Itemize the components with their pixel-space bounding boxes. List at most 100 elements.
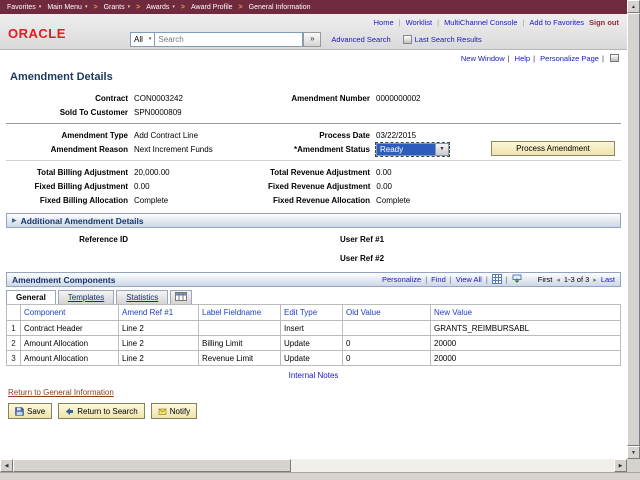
page-title: Amendment Details [10, 71, 627, 83]
notify-button[interactable]: Notify [151, 403, 197, 419]
pipe-separator [533, 54, 535, 63]
row-range: 1-3 of 3 [564, 275, 589, 284]
utility-links: Home Worklist MultiChannel Console Add t… [369, 18, 619, 27]
zoom-grid-icon[interactable] [492, 274, 502, 286]
expand-arrow-icon[interactable]: ▶ [12, 217, 17, 224]
download-icon[interactable] [512, 274, 522, 286]
oracle-logo: ORACLE [8, 26, 66, 41]
cell-component: Contract Header [21, 321, 119, 336]
table-row[interactable]: 3 Amount Allocation Line 2 Revenue Limit… [7, 351, 621, 366]
last-search-results-link[interactable]: Last Search Results [415, 35, 482, 44]
breadcrumb-separator-icon [239, 4, 243, 11]
personalize-link[interactable]: Personalize [382, 275, 421, 284]
pipe-separator [508, 54, 510, 63]
find-link[interactable]: Find [431, 275, 446, 284]
advanced-search-link[interactable]: Advanced Search [331, 35, 390, 44]
tab-statistics[interactable]: Statistics [116, 290, 168, 304]
col-header-new-value[interactable]: New Value [431, 305, 621, 321]
col-header-old-value[interactable]: Old Value [343, 305, 431, 321]
copy-url-icon[interactable] [610, 54, 619, 62]
user-ref-2-label: User Ref #2 [340, 254, 384, 263]
first-label: First [538, 275, 553, 284]
vertical-scrollbar[interactable]: ▲ ▼ [627, 0, 640, 459]
tab-general[interactable]: General [6, 290, 56, 304]
notify-icon [158, 407, 167, 416]
cell-component: Amount Allocation [21, 336, 119, 351]
breadcrumb-award-profile[interactable]: Award Profile [191, 4, 233, 11]
breadcrumb-main-menu[interactable]: Main Menu▾ [47, 4, 87, 11]
sign-out-link[interactable]: Sign out [589, 18, 619, 27]
fixed-billing-adjustment-label: Fixed Billing Adjustment [0, 182, 128, 191]
contract-label: Contract [0, 94, 128, 103]
personalize-page-link[interactable]: Personalize Page [540, 54, 599, 63]
next-page-icon[interactable]: ▸ [593, 276, 597, 284]
total-billing-adjustment-label: Total Billing Adjustment [0, 168, 128, 177]
fixed-revenue-adjustment-label: Fixed Revenue Adjustment [268, 182, 370, 191]
breadcrumb-grants[interactable]: Grants▾ [104, 4, 131, 11]
help-link[interactable]: Help [515, 54, 530, 63]
horizontal-scrollbar[interactable]: ◀ ▶ [0, 459, 627, 472]
chevron-down-icon[interactable]: ▼ [435, 144, 448, 155]
last-link[interactable]: Last [601, 275, 615, 284]
col-header-component[interactable]: Component [21, 305, 119, 321]
amendment-reason-value: Next Increment Funds [128, 145, 268, 154]
search-bar: All▾ » Advanced Search Last Search Resul… [130, 31, 482, 47]
divider [6, 123, 621, 124]
previous-page-icon[interactable]: ◂ [556, 276, 560, 284]
add-to-favorites-link[interactable]: Add to Favorites [529, 18, 584, 27]
multichannel-console-link[interactable]: MultiChannel Console [444, 18, 517, 27]
col-header-amend-ref[interactable]: Amend Ref #1 [119, 305, 199, 321]
process-amendment-button[interactable]: Process Amendment [491, 141, 615, 156]
amendment-type-value: Add Contract Line [128, 131, 268, 140]
scroll-right-button[interactable]: ▶ [614, 459, 627, 472]
scroll-down-button[interactable]: ▼ [627, 446, 640, 459]
internal-notes-link[interactable]: Internal Notes [289, 371, 339, 380]
scroll-left-button[interactable]: ◀ [0, 459, 13, 472]
new-window-link[interactable]: New Window [461, 54, 505, 63]
table-row[interactable]: 1 Contract Header Line 2 Insert GRANTS_R… [7, 321, 621, 336]
chevron-down-icon: ▾ [149, 36, 152, 42]
breadcrumb-label: General Information [249, 4, 311, 11]
pipe-separator [450, 275, 452, 284]
row-number: 1 [7, 321, 21, 336]
search-button[interactable]: » [303, 32, 321, 47]
fixed-billing-adjustment-value: 0.00 [128, 182, 268, 191]
return-to-search-button[interactable]: Return to Search [58, 403, 144, 419]
additional-amendment-details-section[interactable]: ▶ Additional Amendment Details [6, 213, 621, 228]
amendment-number-value: 0000000002 [370, 94, 421, 103]
view-all-link[interactable]: View All [456, 275, 482, 284]
vertical-scrollbar-thumb[interactable] [627, 13, 640, 446]
breadcrumb-general-information[interactable]: General Information [249, 4, 311, 11]
cell-new-value: 20000 [431, 351, 621, 366]
horizontal-scrollbar-thumb[interactable] [13, 459, 291, 472]
contract-value: CON0003242 [128, 94, 268, 103]
search-input[interactable] [155, 32, 303, 47]
show-all-columns-tab[interactable] [170, 290, 192, 304]
fixed-billing-allocation-label: Fixed Billing Allocation [0, 196, 128, 205]
table-row[interactable]: 2 Amount Allocation Line 2 Billing Limit… [7, 336, 621, 351]
col-header-label-fieldname[interactable]: Label Fieldname [199, 305, 281, 321]
fixed-billing-allocation-value: Complete [128, 196, 268, 205]
save-button[interactable]: Save [8, 403, 52, 419]
amendment-status-select[interactable]: Ready ▼ [376, 143, 449, 156]
pipe-separator [506, 275, 508, 284]
search-scope-select[interactable]: All▾ [130, 32, 155, 47]
breadcrumb-separator-icon [136, 4, 140, 11]
portal-header: ORACLE Home Worklist MultiChannel Consol… [0, 14, 627, 50]
return-to-general-information-link[interactable]: Return to General Information [8, 388, 114, 397]
home-link[interactable]: Home [374, 18, 394, 27]
last-search-results-icon [403, 35, 412, 44]
arrow-up-icon: ▲ [631, 4, 636, 10]
cell-edit-type: Update [281, 351, 343, 366]
col-header-edit-type[interactable]: Edit Type [281, 305, 343, 321]
worklist-link[interactable]: Worklist [406, 18, 433, 27]
scroll-up-button[interactable]: ▲ [627, 0, 640, 13]
breadcrumb-label: Main Menu [47, 4, 82, 11]
cell-label-fieldname [199, 321, 281, 336]
save-label: Save [27, 407, 45, 416]
sold-to-customer-label: Sold To Customer [0, 108, 128, 117]
tab-templates[interactable]: Templates [58, 290, 114, 304]
sold-to-customer-value: SPN0000809 [128, 108, 268, 117]
breadcrumb-favorites[interactable]: Favorites▾ [7, 4, 41, 11]
breadcrumb-awards[interactable]: Awards▾ [146, 4, 175, 11]
